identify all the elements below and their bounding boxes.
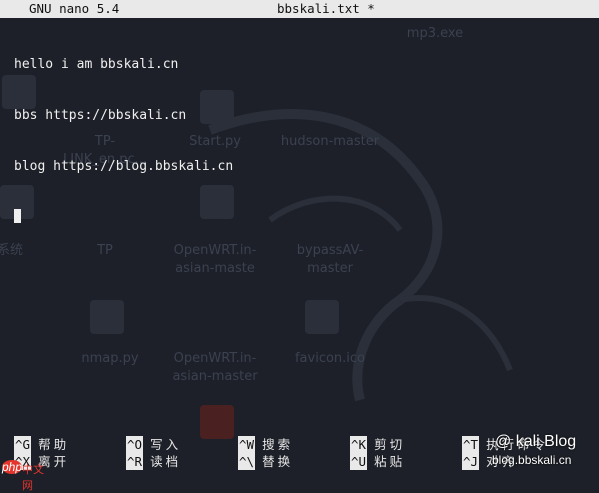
desktop-ghost-label: 系统 bbox=[0, 243, 23, 258]
shortcut-key: ^O bbox=[126, 436, 144, 453]
shortcut-help[interactable]: ^G 帮助 bbox=[14, 436, 69, 453]
editor-line[interactable]: blog https://blog.bbskali.cn bbox=[14, 158, 233, 175]
php-logo-icon: php 中文网 bbox=[2, 460, 50, 492]
nano-titlebar: GNU nano 5.4 bbskali.txt * bbox=[0, 0, 599, 18]
shortcut-key: ^W bbox=[238, 436, 256, 453]
shortcut-cut[interactable]: ^K 剪切 bbox=[350, 436, 405, 453]
desktop-ghost-label: OpenWRT.in-asian-maste bbox=[173, 243, 257, 276]
shortcut-key: ^T bbox=[462, 436, 480, 453]
shortcut-search[interactable]: ^W 搜索 bbox=[238, 436, 293, 453]
shortcut-label: 替换 bbox=[262, 454, 294, 469]
file-name: bbskali.txt * bbox=[277, 1, 375, 16]
desktop-ghost-label: hudson-master bbox=[280, 134, 380, 149]
editor-area[interactable]: hello i am bbskali.cn bbs https://bbskal… bbox=[14, 22, 233, 243]
shortcut-label: 读档 bbox=[150, 454, 182, 469]
php-logo-text: 中文网 bbox=[22, 464, 44, 492]
shortcut-read-file[interactable]: ^R 读档 bbox=[126, 453, 181, 470]
desktop-ghost-label: OpenWRT.in-asian-master bbox=[172, 351, 258, 384]
watermark-url: blog.bbskali.cn bbox=[492, 453, 572, 467]
shortcut-label: 写入 bbox=[150, 437, 182, 452]
shortcut-key: ^J bbox=[462, 453, 480, 470]
editor-cursor-line[interactable] bbox=[14, 209, 233, 226]
shortcut-label: 粘贴 bbox=[374, 454, 406, 469]
shortcut-label: 剪切 bbox=[374, 437, 406, 452]
desktop-ghost-label: nmap.py bbox=[81, 351, 139, 366]
shortcut-key: ^U bbox=[350, 453, 368, 470]
nano-version: GNU nano 5.4 bbox=[29, 1, 120, 16]
watermark-blog: @ kali Blog bbox=[495, 433, 577, 450]
desktop-ghost-label: TP bbox=[97, 243, 113, 258]
editor-line[interactable]: bbs https://bbskali.cn bbox=[14, 107, 233, 124]
shortcut-key: ^K bbox=[350, 436, 368, 453]
shortcut-label: 帮助 bbox=[38, 437, 70, 452]
shortcut-key: ^G bbox=[14, 436, 32, 453]
editor-line[interactable]: hello i am bbskali.cn bbox=[14, 56, 233, 73]
desktop-ghost-label: bypassAV-master bbox=[296, 243, 364, 276]
shortcut-label: 搜索 bbox=[262, 437, 294, 452]
text-cursor bbox=[14, 209, 21, 223]
shortcut-key: ^\ bbox=[238, 453, 256, 470]
shortcut-replace[interactable]: ^\ 替换 bbox=[238, 453, 293, 470]
desktop-ghost-label: favicon.ico bbox=[294, 351, 366, 366]
desktop-ghost-label: mp3.exe bbox=[406, 26, 464, 41]
shortcut-write[interactable]: ^O 写入 bbox=[126, 436, 181, 453]
php-logo-mark: php bbox=[2, 460, 23, 474]
shortcut-paste[interactable]: ^U 粘贴 bbox=[350, 453, 405, 470]
shortcut-key: ^R bbox=[126, 453, 144, 470]
